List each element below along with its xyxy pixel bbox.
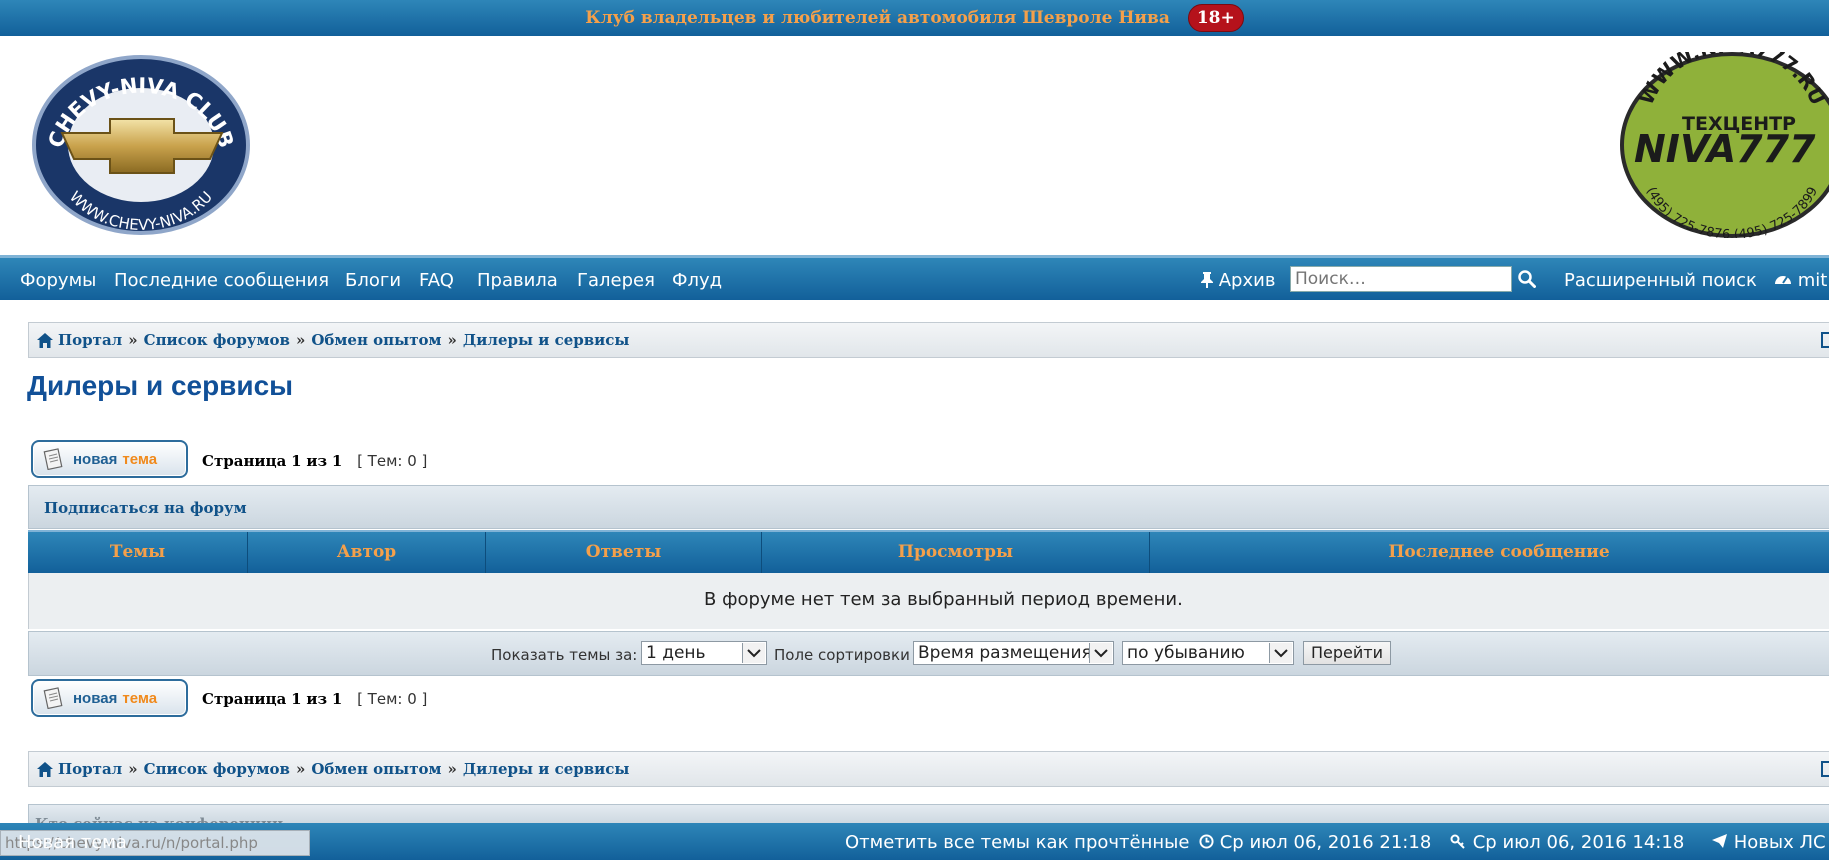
- current-time-value: Ср июл 06, 2016 21:18: [1219, 832, 1432, 853]
- new-pm-label: Новых ЛС: [1733, 832, 1826, 853]
- age-badge: 18+: [1187, 4, 1244, 32]
- pin-icon: [1201, 272, 1213, 288]
- empty-topics-row: В форуме нет тем за выбранный период вре…: [28, 573, 1829, 629]
- breadcrumb-portal[interactable]: Портал: [58, 760, 122, 778]
- bottom-new-topic-link[interactable]: Новая тема: [18, 832, 127, 853]
- dashboard-icon: [1775, 276, 1791, 284]
- breadcrumb-sep: »: [447, 760, 457, 778]
- nav-gallery[interactable]: Галерея: [577, 270, 655, 291]
- niva777-logo[interactable]: WWW.NIVA777.RU ТЕХЦЕНТР NIVA777 (495) 72…: [1612, 52, 1829, 238]
- nav-flood[interactable]: Флуд: [672, 270, 722, 291]
- period-select[interactable]: 1 день: [641, 641, 767, 665]
- key-icon: [1450, 834, 1465, 849]
- pagination-current: 1: [291, 452, 302, 470]
- page-title: Дилеры и сервисы: [27, 370, 294, 401]
- chevron-down-icon: [1269, 643, 1292, 663]
- current-time: Ср июл 06, 2016 21:18: [1199, 832, 1431, 853]
- document-icon: [43, 448, 63, 470]
- last-visit-time: Ср июл 06, 2016 14:18: [1450, 832, 1684, 853]
- advanced-search-link[interactable]: Расширенный поиск: [1564, 270, 1757, 291]
- print-icon[interactable]: [1820, 330, 1829, 350]
- niva-brand-text: NIVA777: [1634, 127, 1816, 171]
- breadcrumb-forum-list[interactable]: Список форумов: [144, 331, 290, 349]
- nav-latest-posts[interactable]: Последние сообщения: [114, 270, 329, 291]
- last-visit-value: Ср июл 06, 2016 14:18: [1472, 832, 1685, 853]
- nav-forums[interactable]: Форумы: [20, 270, 96, 291]
- pagination-prefix: Страница: [202, 452, 287, 470]
- pagination-of: из: [306, 690, 328, 708]
- column-topics: Темы: [28, 532, 248, 573]
- breadcrumb-sep: »: [295, 760, 306, 778]
- breadcrumb: Портал » Список форумов » Обмен опытом »…: [28, 322, 1829, 358]
- subscribe-bar: Подписаться на форум: [28, 485, 1829, 529]
- pagination-info: Страница 1 из 1 [ Тем: 0 ]: [202, 452, 427, 470]
- breadcrumb-sep: »: [295, 331, 306, 349]
- topics-table-header: Темы Автор Ответы Просмотры Последнее со…: [28, 530, 1829, 573]
- new-topic-button-bottom[interactable]: новая тема: [31, 679, 188, 717]
- search-button[interactable]: [1518, 270, 1536, 292]
- mark-all-read-link[interactable]: Отметить все темы как прочтённые: [845, 832, 1189, 853]
- pagination-total: 1: [331, 690, 343, 708]
- breadcrumb-forum-list[interactable]: Список форумов: [144, 760, 290, 778]
- sort-field-select[interactable]: Время размещения: [913, 641, 1114, 665]
- breadcrumb-dealers[interactable]: Дилеры и сервисы: [463, 331, 630, 349]
- breadcrumb-dealers[interactable]: Дилеры и сервисы: [463, 760, 630, 778]
- topic-count: [ Тем: 0 ]: [357, 690, 428, 708]
- chevron-down-icon: [742, 643, 765, 663]
- pagination-of: из: [306, 452, 328, 470]
- breadcrumb-bottom: Портал » Список форумов » Обмен опытом »…: [28, 751, 1829, 787]
- new-topic-word2: тема: [122, 450, 158, 468]
- sort-order-select[interactable]: по убыванию: [1122, 641, 1294, 665]
- sort-field-value: Время размещения: [918, 643, 1092, 663]
- top-banner: Клуб владельцев и любителей автомобиля Ш…: [0, 0, 1829, 36]
- breadcrumb-sep: »: [447, 331, 457, 349]
- pagination-current: 1: [291, 690, 302, 708]
- home-icon: [37, 332, 53, 348]
- period-value: 1 день: [646, 643, 706, 663]
- paper-plane-icon: [1712, 834, 1727, 848]
- breadcrumb-exchange[interactable]: Обмен опытом: [311, 760, 441, 778]
- show-topics-label: Показать темы за:: [491, 646, 638, 664]
- new-pm-link[interactable]: Новых ЛС: [1711, 832, 1826, 853]
- breadcrumb-exchange[interactable]: Обмен опытом: [311, 331, 441, 349]
- go-button[interactable]: Перейти: [1303, 641, 1391, 665]
- breadcrumb-portal[interactable]: Портал: [58, 331, 122, 349]
- new-topic-word2: тема: [122, 689, 158, 707]
- new-topic-word1: новая: [73, 450, 118, 468]
- nav-rules[interactable]: Правила: [477, 270, 558, 291]
- breadcrumb-sep: »: [128, 760, 138, 778]
- user-name: mit: [1797, 270, 1828, 291]
- pagination-total: 1: [331, 452, 343, 470]
- new-topic-button[interactable]: новая тема: [31, 440, 188, 478]
- sort-order-value: по убыванию: [1127, 643, 1245, 663]
- topic-count: [ Тем: 0 ]: [357, 452, 428, 470]
- main-nav: Форумы Последние сообщения Блоги FAQ Пра…: [0, 255, 1829, 300]
- nav-blogs[interactable]: Блоги: [345, 270, 401, 291]
- sort-field-label: Поле сортировки: [774, 646, 910, 664]
- topic-filter-bar: Показать темы за: 1 день Поле сортировки…: [28, 631, 1829, 676]
- column-replies: Ответы: [486, 532, 762, 573]
- column-views: Просмотры: [762, 532, 1150, 573]
- subscribe-link[interactable]: Подписаться на форум: [44, 499, 247, 517]
- nav-archive-label: Архив: [1218, 270, 1276, 291]
- new-topic-word1: новая: [73, 689, 118, 707]
- column-author: Автор: [248, 532, 486, 573]
- empty-message: В форуме нет тем за выбранный период вре…: [704, 589, 1183, 610]
- search-input[interactable]: [1290, 266, 1512, 292]
- search-icon: [1518, 270, 1536, 288]
- chevron-down-icon: [1089, 643, 1112, 663]
- pagination-info-bottom: Страница 1 из 1 [ Тем: 0 ]: [202, 690, 427, 708]
- column-last-post: Последнее сообщение: [1388, 542, 1610, 562]
- nav-faq[interactable]: FAQ: [419, 270, 454, 291]
- user-menu[interactable]: mit: [1774, 270, 1827, 291]
- home-icon: [37, 761, 53, 777]
- breadcrumb-sep: »: [128, 331, 138, 349]
- nav-archive[interactable]: Архив: [1201, 270, 1275, 291]
- banner-title: Клуб владельцев и любителей автомобиля Ш…: [585, 8, 1170, 28]
- print-icon[interactable]: [1820, 759, 1829, 779]
- chevy-niva-club-logo[interactable]: CHEVY-NIVA CLUB WWW.CHEVY-NIVA.RU: [32, 55, 250, 235]
- pagination-prefix: Страница: [202, 690, 287, 708]
- clock-icon: [1199, 834, 1214, 849]
- document-icon: [43, 687, 63, 709]
